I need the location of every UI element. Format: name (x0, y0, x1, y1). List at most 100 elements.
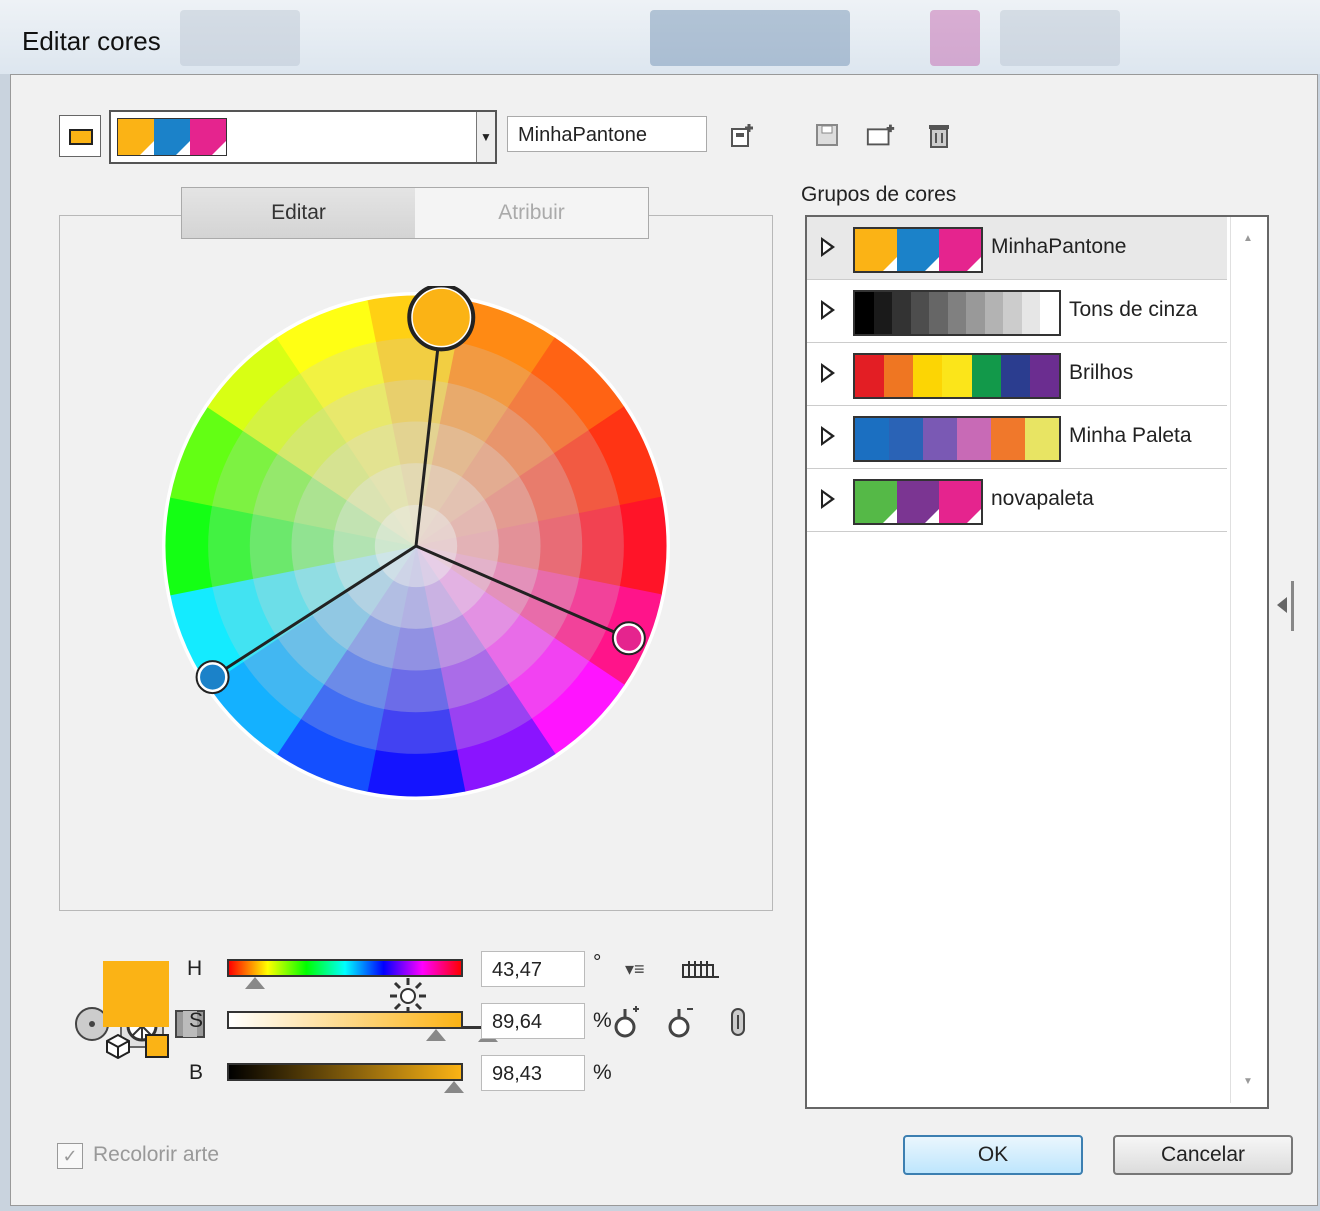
group-swatch (1040, 292, 1059, 334)
tab-atribuir[interactable]: Atribuir (415, 188, 648, 238)
add-color-icon[interactable] (610, 1006, 642, 1038)
combo-swatches (117, 118, 227, 156)
group-swatch (957, 418, 991, 460)
group-swatch (929, 292, 948, 334)
b-label: B (189, 1061, 204, 1084)
color-group-name: Minha Paleta (1069, 424, 1192, 447)
wheel-segment[interactable] (382, 378, 450, 424)
group-swatch (889, 418, 923, 460)
group-swatch (910, 292, 930, 334)
group-swatch-strip (853, 227, 983, 273)
group-swatch (1025, 418, 1059, 460)
collapse-panel-icon[interactable] (1273, 575, 1299, 640)
group-swatch (855, 229, 897, 271)
wheel-segment[interactable] (382, 668, 450, 714)
wheel-segment[interactable] (366, 749, 466, 797)
color-group-row[interactable]: novapaleta (807, 469, 1227, 532)
degree-unit: ° (593, 951, 602, 974)
group-swatch (897, 481, 939, 523)
wheel-segment[interactable] (374, 708, 458, 755)
ok-button[interactable]: OK (903, 1135, 1083, 1175)
group-swatch-strip (853, 479, 983, 525)
color-group-row[interactable]: MinhaPantone (807, 217, 1227, 280)
edit-colors-dialog: ▼ MinhaPantone Editar Atribuir Grupos de… (10, 74, 1318, 1206)
groups-scrollbar[interactable]: ▲ ▼ (1230, 217, 1267, 1103)
current-color-swatch[interactable] (103, 961, 169, 1027)
title-bar: Editar cores (0, 0, 1320, 74)
wheel-segment[interactable] (538, 512, 584, 580)
swatch-chip (154, 119, 190, 155)
color-harmony-grid-icon[interactable] (681, 957, 721, 986)
hue-thumb[interactable] (244, 977, 265, 989)
group-swatch (892, 292, 911, 334)
saturation-thumb[interactable] (425, 1029, 446, 1041)
color-group-row[interactable]: Brilhos (807, 343, 1227, 406)
color-group-name: Tons de cinza (1069, 298, 1198, 321)
remove-color-icon[interactable] (664, 1006, 696, 1038)
h-label: H (187, 957, 203, 980)
group-swatch (913, 355, 943, 397)
percent-unit: % (593, 1009, 612, 1032)
color-group-row[interactable]: Minha Paleta (807, 406, 1227, 469)
wheel-marker-secondary[interactable] (613, 622, 645, 654)
wheel-segment[interactable] (165, 496, 213, 596)
wheel-marker-base[interactable] (409, 286, 473, 349)
group-swatch-strip (853, 290, 1061, 336)
wheel-segment[interactable] (248, 512, 294, 580)
s-label: S (189, 1009, 204, 1032)
hue-value-field[interactable]: 43,47 (481, 951, 585, 987)
saturation-slider[interactable] (227, 1011, 463, 1029)
group-swatch (991, 418, 1025, 460)
save-icon[interactable] (811, 119, 843, 151)
trash-icon[interactable] (923, 119, 955, 151)
brightness-value-slider[interactable] (227, 1063, 463, 1081)
color-wheel[interactable] (156, 286, 676, 806)
color-group-name: MinhaPantone (991, 235, 1127, 258)
expand-triangle-icon[interactable] (821, 363, 835, 383)
wheel-segment[interactable] (207, 504, 254, 588)
recolor-art-checkbox[interactable]: ✓ (57, 1143, 83, 1169)
group-swatch (855, 292, 874, 334)
cube-icon[interactable] (105, 1033, 131, 1064)
brightness-value-thumb[interactable] (444, 1081, 465, 1093)
scroll-down-icon[interactable]: ▼ (1243, 1076, 1253, 1087)
saturation-value-field[interactable]: 89,64 (481, 1003, 585, 1039)
hue-slider[interactable] (227, 959, 463, 977)
wheel-panel (59, 215, 773, 1048)
tab-editar[interactable]: Editar (182, 188, 415, 238)
group-swatch (1003, 292, 1022, 334)
active-color-swatch[interactable] (59, 115, 101, 157)
group-swatch (942, 355, 972, 397)
expand-triangle-icon[interactable] (821, 489, 835, 509)
group-swatch (897, 229, 939, 271)
color-group-row[interactable]: Tons de cinza (807, 280, 1227, 343)
group-swatch (1000, 355, 1030, 397)
small-color-swatch[interactable] (145, 1034, 169, 1058)
edit-assign-tabs: Editar Atribuir (181, 187, 649, 239)
new-folder-icon[interactable] (865, 119, 897, 151)
expand-triangle-icon[interactable] (821, 300, 835, 320)
group-name-field[interactable]: MinhaPantone (507, 116, 707, 152)
group-swatch (947, 292, 967, 334)
chevron-down-icon[interactable]: ▼ (476, 112, 495, 162)
group-swatch (966, 292, 985, 334)
new-color-group-icon[interactable] (727, 119, 759, 151)
color-group-name: Brilhos (1069, 361, 1134, 384)
wheel-segment[interactable] (619, 496, 667, 596)
link-colors-icon[interactable] (722, 1006, 754, 1038)
color-group-combo[interactable]: ▼ (109, 110, 497, 164)
group-swatch (939, 229, 981, 271)
wheel-segment[interactable] (578, 504, 625, 588)
brightness-value-field[interactable]: 98,43 (481, 1055, 585, 1091)
recolor-art-label: Recolorir arte (93, 1143, 220, 1166)
expand-triangle-icon[interactable] (821, 237, 835, 257)
scroll-up-icon[interactable]: ▲ (1243, 233, 1253, 244)
cancel-button[interactable]: Cancelar (1113, 1135, 1293, 1175)
group-swatch (939, 481, 981, 523)
color-groups-list: ▲ ▼ MinhaPantone Tons de cinza Brilhos Minh… (805, 215, 1269, 1109)
wheel-marker-tertiary[interactable] (197, 661, 229, 693)
menu-list-icon[interactable]: ▾≡ (625, 959, 645, 980)
percent-unit: % (593, 1061, 612, 1084)
group-swatch (884, 355, 914, 397)
expand-triangle-icon[interactable] (821, 426, 835, 446)
